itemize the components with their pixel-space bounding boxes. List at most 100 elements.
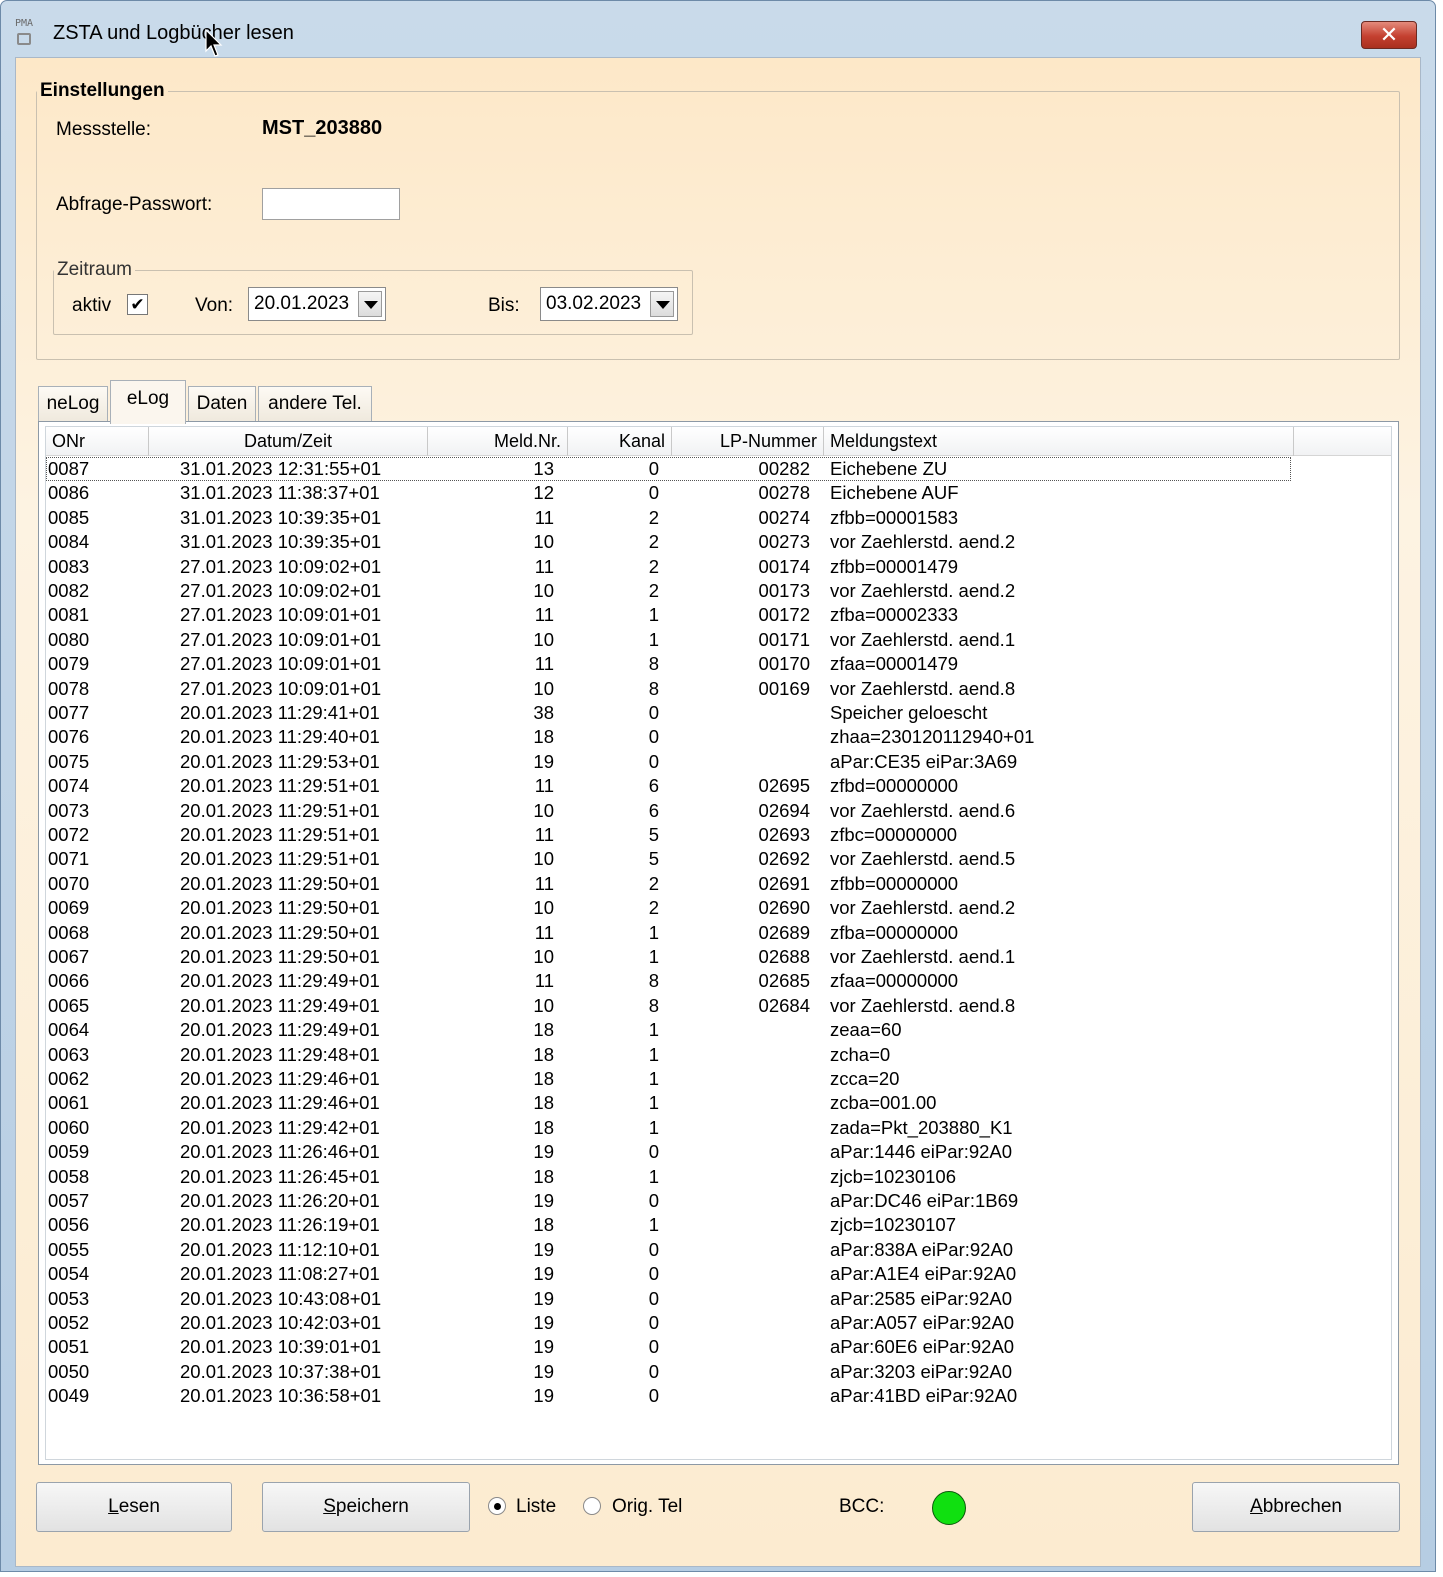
table-row[interactable]: 0084 31.01.2023 10:39:35+01 10 2 00273 vor Za… xyxy=(46,530,1291,554)
von-label: Von: xyxy=(195,295,234,316)
cell-kanal: 2 xyxy=(648,531,659,553)
cell-datum-zeit: 31.01.2023 12:31:55+01 xyxy=(180,458,382,479)
radio-liste[interactable] xyxy=(488,1497,506,1515)
abbrechen-button[interactable]: Abbrechen xyxy=(1192,1482,1400,1532)
aktiv-checkbox[interactable]: ✔ xyxy=(127,294,148,315)
table-row[interactable]: 0075 20.01.2023 11:29:53+01 19 0 aPar:CE35 e… xyxy=(46,750,1291,774)
cell-kanal: 0 xyxy=(648,750,659,772)
column-header-datum-zeit[interactable]: Datum/Zeit xyxy=(149,427,428,456)
cell-meld-nr: 18 xyxy=(533,1019,554,1041)
cell-kanal: 0 xyxy=(648,702,659,723)
table-row[interactable]: 0049 20.01.2023 10:36:58+01 19 0 aPar:41BD e… xyxy=(46,1384,1291,1408)
table-row[interactable]: 0067 20.01.2023 11:29:50+01 10 1 02688 vor Za… xyxy=(46,945,1291,969)
table-row[interactable]: 0069 20.01.2023 11:29:50+01 10 2 02690 vor Za… xyxy=(46,896,1291,920)
table-row[interactable]: 0066 20.01.2023 11:29:49+01 11 8 02685 zfaa=0… xyxy=(46,969,1291,993)
dialog-window: PMA ZSTA und Logbücher lesen ✕ Einstellu… xyxy=(0,0,1436,1572)
table-row[interactable]: 0057 20.01.2023 11:26:20+01 19 0 aPar:DC46 e… xyxy=(46,1189,1291,1213)
chevron-down-icon[interactable] xyxy=(358,291,382,317)
bis-label: Bis: xyxy=(488,295,520,316)
table-row[interactable]: 0065 20.01.2023 11:29:49+01 10 8 02684 vor Za… xyxy=(46,994,1291,1018)
table-row[interactable]: 0077 20.01.2023 11:29:41+01 38 0 Speicher ge… xyxy=(46,701,1291,725)
cell-lp-nummer: 00170 xyxy=(758,653,810,675)
table-row[interactable]: 0052 20.01.2023 10:42:03+01 19 0 aPar:A057 e… xyxy=(46,1311,1291,1335)
table-row[interactable]: 0064 20.01.2023 11:29:49+01 18 1 zeaa=60 xyxy=(46,1018,1291,1042)
table-row[interactable]: 0072 20.01.2023 11:29:51+01 11 5 02693 zfbc=0… xyxy=(46,823,1291,847)
table-row[interactable]: 0060 20.01.2023 11:29:42+01 18 1 zada=Pkt_20… xyxy=(46,1116,1291,1140)
cell-meld-nr: 19 xyxy=(533,1263,554,1285)
table-row[interactable]: 0059 20.01.2023 11:26:46+01 19 0 aPar:1446 e… xyxy=(46,1140,1291,1164)
table-row[interactable]: 0078 27.01.2023 10:09:01+01 10 8 00169 vor Za… xyxy=(46,677,1291,701)
cell-onr: 0058 xyxy=(48,1165,90,1187)
table-row[interactable]: 0086 31.01.2023 11:38:37+01 12 0 00278 Eicheb… xyxy=(46,481,1291,505)
cell-onr: 0060 xyxy=(48,1116,90,1138)
table-row[interactable]: 0079 27.01.2023 10:09:01+01 11 8 00170 zfaa=0… xyxy=(46,652,1291,676)
cell-onr: 0056 xyxy=(48,1214,90,1236)
table-row[interactable]: 0083 27.01.2023 10:09:02+01 11 2 00174 zfbb=0… xyxy=(46,555,1291,579)
table-row[interactable]: 0082 27.01.2023 10:09:02+01 10 2 00173 vor Za… xyxy=(46,579,1291,603)
cell-kanal: 0 xyxy=(648,458,659,479)
table-row[interactable]: 0058 20.01.2023 11:26:45+01 18 1 zjcb=102301… xyxy=(46,1165,1291,1189)
table-row[interactable]: 0063 20.01.2023 11:29:48+01 18 1 zcha=0 xyxy=(46,1043,1291,1067)
table-row[interactable]: 0053 20.01.2023 10:43:08+01 19 0 aPar:2585 e… xyxy=(46,1287,1291,1311)
column-header-meld-nr[interactable]: Meld.Nr. xyxy=(428,427,568,456)
tab-daten[interactable]: Daten xyxy=(188,386,256,422)
password-input[interactable] xyxy=(262,188,400,220)
von-date-picker[interactable]: 20.01.2023 xyxy=(248,287,386,321)
cell-onr: 0069 xyxy=(48,897,90,919)
cell-meld-nr: 19 xyxy=(533,1287,554,1309)
title-bar[interactable]: PMA ZSTA und Logbücher lesen ✕ xyxy=(1,1,1435,57)
table-row[interactable]: 0068 20.01.2023 11:29:50+01 11 1 02689 zfba=0… xyxy=(46,921,1291,945)
mouse-cursor-icon xyxy=(205,29,223,57)
table-row[interactable]: 0050 20.01.2023 10:37:38+01 19 0 aPar:3203 e… xyxy=(46,1360,1291,1384)
table-row[interactable]: 0051 20.01.2023 10:39:01+01 19 0 aPar:60E6 e… xyxy=(46,1335,1291,1359)
lesen-button[interactable]: Lesen xyxy=(36,1482,232,1532)
close-icon: ✕ xyxy=(1379,22,1399,47)
table-row[interactable]: 0062 20.01.2023 11:29:46+01 18 1 zcca=20 xyxy=(46,1067,1291,1091)
cell-meld-nr: 10 xyxy=(533,994,554,1016)
column-header-lp-nummer[interactable]: LP-Nummer xyxy=(672,427,824,456)
table-row[interactable]: 0076 20.01.2023 11:29:40+01 18 0 zhaa=230120… xyxy=(46,725,1291,749)
table-row[interactable]: 0070 20.01.2023 11:29:50+01 11 2 02691 zfbb=0… xyxy=(46,872,1291,896)
cell-kanal: 1 xyxy=(648,1116,659,1138)
tab-andere-tel[interactable]: andere Tel. xyxy=(258,386,372,422)
cell-datum-zeit: 27.01.2023 10:09:02+01 xyxy=(180,555,382,577)
column-header-kanal[interactable]: Kanal xyxy=(568,427,672,456)
cell-meld-nr: 18 xyxy=(533,1165,554,1187)
radio-liste-label[interactable]: Liste xyxy=(516,1496,556,1518)
speichern-button[interactable]: Speichern xyxy=(262,1482,470,1532)
radio-orig-tel[interactable] xyxy=(583,1497,601,1515)
table-row[interactable]: 0085 31.01.2023 10:39:35+01 11 2 00274 zfbb=0… xyxy=(46,506,1291,530)
cell-kanal: 2 xyxy=(648,506,659,528)
chevron-down-icon[interactable] xyxy=(650,291,674,317)
table-row[interactable]: 0080 27.01.2023 10:09:01+01 10 1 00171 vor Za… xyxy=(46,628,1291,652)
table-row[interactable]: 0087 31.01.2023 12:31:55+01 13 0 00282 Eicheb… xyxy=(46,457,1291,482)
table-row[interactable]: 0074 20.01.2023 11:29:51+01 11 6 02695 zfbd=0… xyxy=(46,774,1291,798)
bis-date-picker[interactable]: 03.02.2023 xyxy=(540,287,678,321)
cell-lp-nummer: 00274 xyxy=(758,506,810,528)
table-row[interactable]: 0055 20.01.2023 11:12:10+01 19 0 aPar:838A e… xyxy=(46,1238,1291,1262)
cell-meld-nr: 10 xyxy=(533,628,554,650)
settings-group-title: Einstellungen xyxy=(40,80,165,101)
cell-onr: 0075 xyxy=(48,750,90,772)
cell-lp-nummer: 00278 xyxy=(758,482,810,504)
close-button[interactable]: ✕ xyxy=(1361,21,1417,49)
table-row[interactable]: 0061 20.01.2023 11:29:46+01 18 1 zcba=001.00 xyxy=(46,1091,1291,1115)
table-row[interactable]: 0071 20.01.2023 11:29:51+01 10 5 02692 vor Za… xyxy=(46,847,1291,871)
table-row[interactable]: 0073 20.01.2023 11:29:51+01 10 6 02694 vor Za… xyxy=(46,799,1291,823)
table-row[interactable]: 0081 27.01.2023 10:09:01+01 11 1 00172 zfba=0… xyxy=(46,603,1291,627)
table-row[interactable]: 0056 20.01.2023 11:26:19+01 18 1 zjcb=102301… xyxy=(46,1213,1291,1237)
cell-onr: 0067 xyxy=(48,946,90,967)
log-list[interactable]: ONr Datum/Zeit Meld.Nr. Kanal LP-Nummer … xyxy=(38,421,1399,1465)
cell-meld-nr: 19 xyxy=(533,1141,554,1163)
von-date-value: 20.01.2023 xyxy=(254,293,350,314)
cell-meldungstext: aPar:2585 eiPar:92A0 xyxy=(830,1287,1013,1309)
radio-orig-tel-label[interactable]: Orig. Tel xyxy=(612,1496,682,1518)
cell-datum-zeit: 20.01.2023 11:29:53+01 xyxy=(180,750,380,772)
cell-datum-zeit: 20.01.2023 11:29:41+01 xyxy=(180,702,380,723)
column-header-onr[interactable]: ONr xyxy=(46,427,149,456)
cell-datum-zeit: 20.01.2023 11:29:51+01 xyxy=(180,799,380,821)
column-header-meldungstext[interactable]: Meldungstext xyxy=(824,427,1294,456)
tab-elog[interactable]: eLog xyxy=(110,380,186,424)
tab-nelog[interactable]: neLog xyxy=(38,386,108,422)
table-row[interactable]: 0054 20.01.2023 11:08:27+01 19 0 aPar:A1E4 e… xyxy=(46,1262,1291,1286)
